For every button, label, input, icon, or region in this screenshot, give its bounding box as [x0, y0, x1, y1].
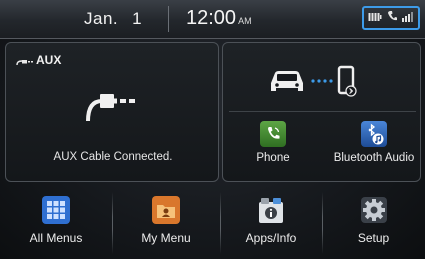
phone-app-icon: [260, 121, 286, 147]
bluetooth-phone-icon: [337, 65, 357, 97]
bluetooth-audio-icon: [361, 121, 387, 147]
aux-connection-status: AUX Cable Connected.: [53, 151, 173, 163]
my-menu-label: My Menu: [141, 231, 191, 245]
my-menu-folder-icon: [150, 194, 182, 226]
car-icon: [271, 71, 303, 91]
car-phone-connection-graphic: [265, 59, 385, 104]
clock[interactable]: 12:00 AM: [186, 7, 252, 30]
aux-title: AUX: [36, 53, 62, 67]
bluetooth-audio-label: Bluetooth Audio: [333, 152, 415, 164]
all-menus-button[interactable]: All Menus: [0, 186, 112, 259]
connection-dots-icon: [311, 79, 333, 83]
bluetooth-panel: Phone Bluetooth Audio: [222, 42, 421, 182]
apps-info-label: Apps/Info: [245, 231, 297, 245]
date-day: 1: [132, 9, 143, 28]
aux-cable-icon: [84, 93, 140, 128]
my-menu-button[interactable]: My Menu: [112, 186, 220, 259]
network-signal-icon: [401, 9, 414, 27]
apps-info-button[interactable]: Apps/Info: [220, 186, 322, 259]
setup-label: Setup: [357, 231, 390, 245]
bluetooth-panel-divider: [229, 111, 416, 112]
all-menus-grid-icon: [40, 194, 72, 226]
status-bar: Jan. 1 12:00 AM: [0, 0, 425, 39]
clock-time: 12:00: [186, 7, 237, 29]
head-unit-home-screen: Jan. 1 12:00 AM AUX AUX Cable Connected.…: [0, 0, 425, 259]
aux-panel[interactable]: AUX AUX Cable Connected.: [5, 42, 219, 182]
apps-info-icon: [255, 194, 287, 226]
date-display: Jan. 1: [84, 9, 142, 29]
bluetooth-audio-button[interactable]: Bluetooth Audio: [327, 121, 421, 164]
bottom-menu-bar: All Menus My Menu Apps/Info Setup: [0, 186, 425, 259]
battery-icon: [368, 9, 382, 27]
all-menus-label: All Menus: [29, 231, 83, 245]
call-signal-icon: [387, 9, 397, 27]
status-icons-group[interactable]: [362, 6, 420, 30]
phone-button[interactable]: Phone: [243, 121, 303, 164]
clock-ampm: AM: [238, 16, 252, 26]
date-month: Jan.: [84, 9, 119, 28]
status-divider: [168, 6, 169, 32]
phone-label: Phone: [256, 152, 290, 164]
setup-button[interactable]: Setup: [322, 186, 425, 259]
aux-plug-icon: [16, 55, 34, 73]
setup-gear-icon: [358, 194, 390, 226]
